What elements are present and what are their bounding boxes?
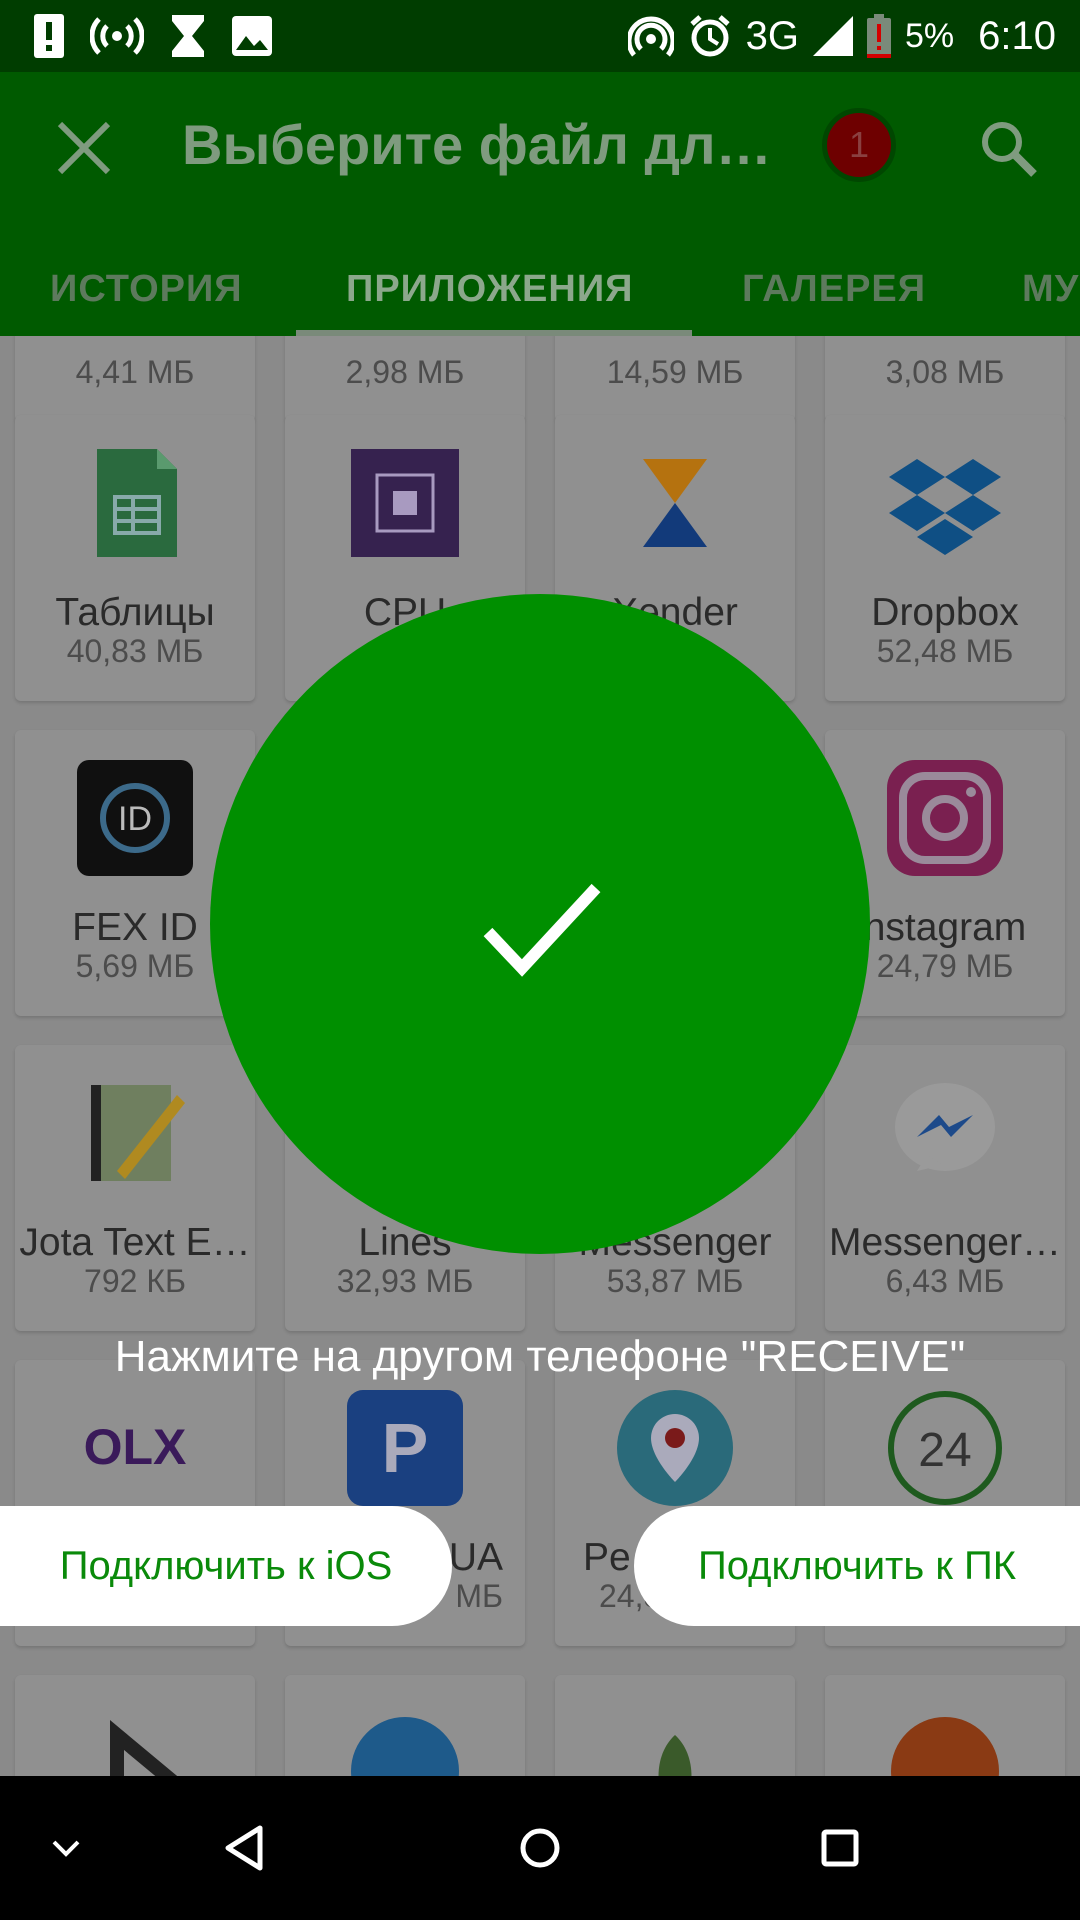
checkmark-icon bbox=[483, 883, 601, 977]
back-icon[interactable] bbox=[210, 1812, 282, 1884]
recents-icon[interactable] bbox=[804, 1812, 876, 1884]
instruction-message: Нажмите на другом телефоне "RECEIVE" bbox=[114, 1332, 966, 1381]
connect-ios-button[interactable]: Подключить к iOS bbox=[0, 1506, 452, 1626]
connection-overlay: Нажмите на другом телефоне "RECEIVE" Под… bbox=[0, 0, 1080, 1920]
navigation-bar bbox=[0, 1776, 1080, 1920]
hide-keyboard-icon[interactable] bbox=[30, 1812, 102, 1884]
connect-pc-button[interactable]: Подключить к ПК bbox=[634, 1506, 1080, 1626]
home-icon[interactable] bbox=[504, 1812, 576, 1884]
